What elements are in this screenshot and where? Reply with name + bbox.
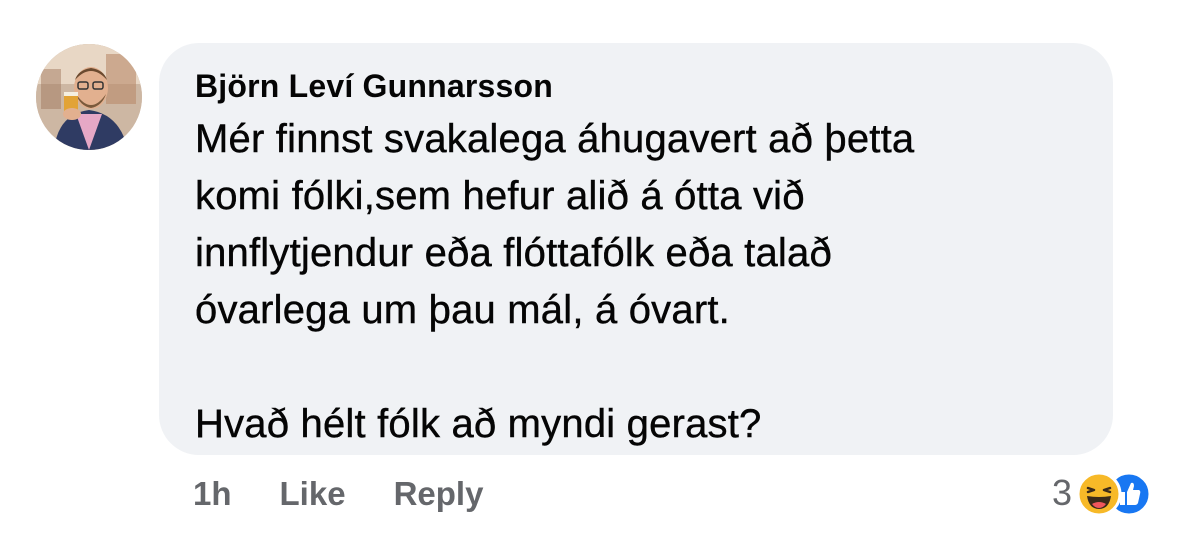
reaction-icons xyxy=(1076,469,1156,517)
like-button[interactable]: Like xyxy=(280,475,346,513)
comment-actions: 1h Like Reply xyxy=(193,470,483,518)
profile-photo-icon xyxy=(36,44,142,150)
reaction-count: 3 xyxy=(1052,472,1073,513)
comment-author[interactable]: Björn Leví Gunnarsson xyxy=(195,65,1083,107)
comment-text: Mér finnst svakalega áhugavert að þetta … xyxy=(195,117,915,446)
haha-reaction-icon xyxy=(1076,471,1122,517)
comment-bubble: Björn Leví Gunnarsson Mér finnst svakale… xyxy=(159,43,1113,455)
comment-timestamp[interactable]: 1h xyxy=(193,475,232,513)
avatar[interactable] xyxy=(36,44,142,150)
reaction-summary[interactable]: 3 xyxy=(1052,468,1156,518)
reply-button[interactable]: Reply xyxy=(394,475,484,513)
